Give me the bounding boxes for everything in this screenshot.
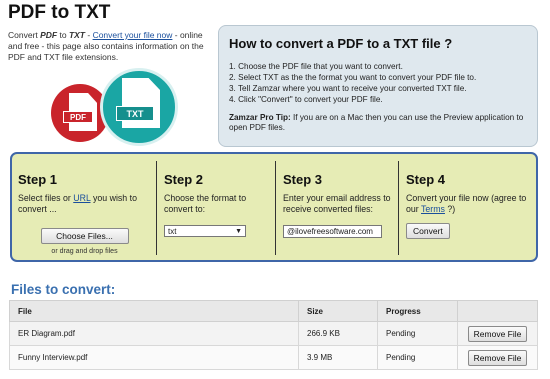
txt-label: TXT [116,106,154,121]
file-size: 3.9 MB [298,345,378,370]
pro-tip-label: Zamzar Pro Tip: [229,113,291,122]
step-1: Step 1 Select files or URL you wish to c… [12,154,157,260]
step-1-title: Step 1 [18,172,58,187]
column-header-progress: Progress [377,300,458,322]
file-size: 266.9 KB [298,321,378,346]
howto-step: 4. Click "Convert" to convert your PDF f… [229,95,383,104]
step-4-title: Step 4 [406,172,446,187]
column-header-action [457,300,538,322]
intro-txt: TXT [68,30,85,40]
step-4: Step 4 Convert your file now (agree to o… [400,154,536,260]
step-2-title: Step 2 [164,172,204,187]
step-divider [156,161,157,255]
table-row: Funny Interview.pdf 3.9 MB Pending Remov… [9,345,538,370]
table-header-row: File Size Progress [9,300,538,322]
page-title: PDF to TXT [8,2,111,23]
conversion-steps-panel: Step 1 Select files or URL you wish to c… [10,152,538,262]
howto-step: 1. Choose the PDF file that you want to … [229,62,403,71]
convert-now-link[interactable]: Convert your file now [93,30,173,40]
howto-step: 2. Select TXT as the the format you want… [229,73,477,82]
files-section-title: Files to convert: [11,282,116,297]
table-row: ER Diagram.pdf 266.9 KB Pending Remove F… [9,321,538,346]
howto-title: How to convert a PDF to a TXT file ? [229,36,453,51]
step-3-desc: Enter your email address to receive conv… [283,193,391,214]
email-field[interactable] [283,225,382,238]
remove-file-button[interactable]: Remove File [467,325,528,342]
intro-text: Convert PDF to TXT - Convert your file n… [8,30,204,62]
column-header-file: File [9,300,299,322]
file-name: ER Diagram.pdf [9,321,299,346]
step-4-desc: Convert your file now (agree to our Term… [406,193,527,214]
file-name: Funny Interview.pdf [9,345,299,370]
step-1-desc: Select files or URL you wish to convert … [18,193,137,214]
pro-tip: Zamzar Pro Tip: If you are on a Mac then… [229,113,527,133]
step-divider [398,161,399,255]
step-divider [275,161,276,255]
chevron-down-icon: ▼ [235,227,242,235]
url-link[interactable]: URL [73,193,90,203]
column-header-size: Size [298,300,378,322]
file-progress: Pending [377,345,458,370]
choose-files-button[interactable]: Choose Files... [40,228,129,244]
howto-step: 3. Tell Zamzar where you want to receive… [229,84,467,93]
files-table: File Size Progress ER Diagram.pdf 266.9 … [9,300,538,370]
convert-button[interactable]: Convert [406,223,450,239]
pdf-label: PDF [63,111,93,123]
intro-pdf: PDF [40,30,58,40]
format-select-value: txt [168,226,177,236]
file-progress: Pending [377,321,458,346]
drag-drop-note: or drag and drop files [51,248,118,255]
howto-steps: 1. Choose the PDF file that you want to … [229,61,527,105]
step-2: Step 2 Choose the format to convert to: … [158,154,274,260]
step-3-title: Step 3 [283,172,323,187]
format-select[interactable]: txt ▼ [164,225,246,237]
remove-file-button[interactable]: Remove File [467,349,528,366]
terms-link[interactable]: Terms [421,204,445,214]
format-icons: PDF TXT [38,66,198,146]
howto-box: How to convert a PDF to a TXT file ? 1. … [218,25,538,147]
step-2-desc: Choose the format to convert to: [164,193,247,214]
step-3: Step 3 Enter your email address to recei… [277,154,398,260]
